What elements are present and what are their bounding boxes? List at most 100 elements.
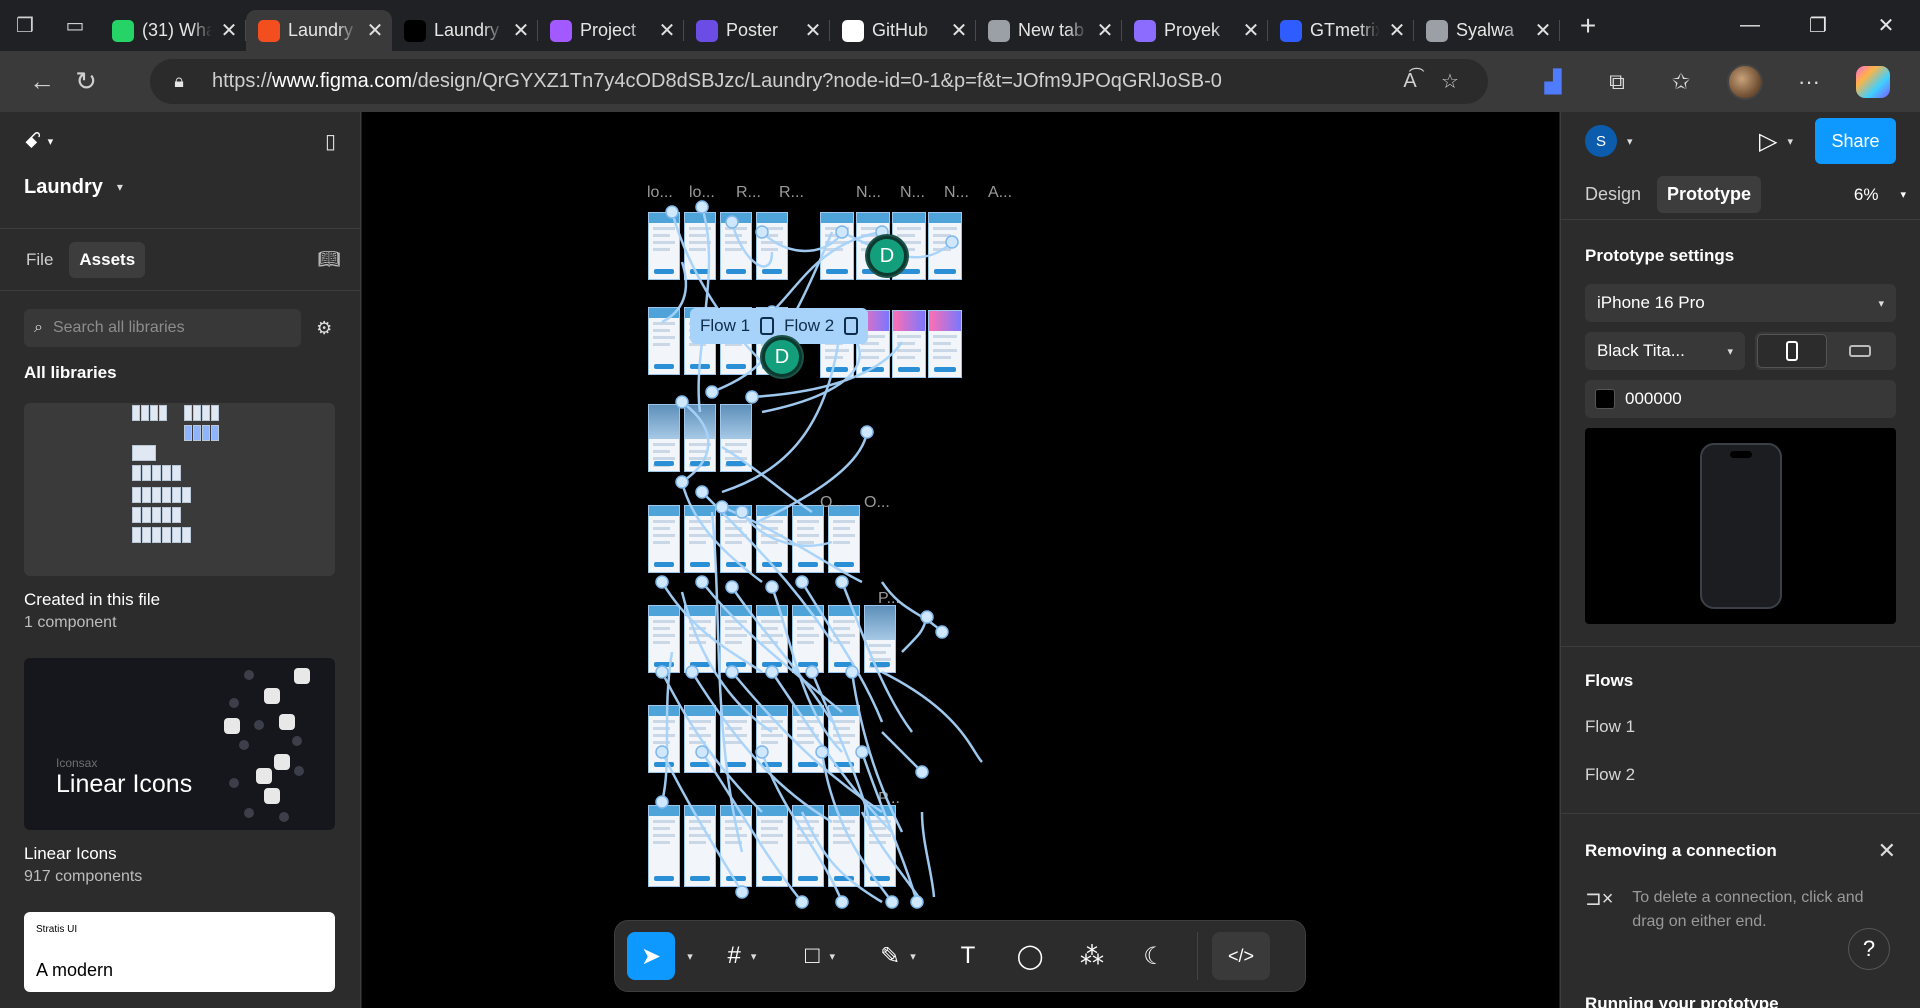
library-search-input[interactable]: ⌕ Search all libraries <box>24 309 301 347</box>
screen-frame[interactable] <box>648 805 680 887</box>
library-name[interactable]: Created in this file <box>0 576 360 610</box>
tab-design[interactable]: Design <box>1575 176 1651 213</box>
favorites-icon[interactable]: ✩ <box>1652 59 1710 104</box>
analytics-extension-icon[interactable]: ▟ <box>1524 59 1582 104</box>
favorite-star-icon[interactable]: ☆ <box>1430 69 1470 94</box>
screen-frame[interactable] <box>684 705 716 773</box>
screen-frame[interactable] <box>864 805 896 887</box>
library-book-icon[interactable]: 📖︎ <box>314 245 344 275</box>
flow-item[interactable]: Flow 2 <box>1561 751 1920 799</box>
comment-tool-icon[interactable]: ◯ <box>1001 932 1059 980</box>
close-tab-icon[interactable]: ✕ <box>512 18 530 43</box>
pen-tool-icon[interactable]: ✎ ▾ <box>861 932 935 980</box>
library-name[interactable]: Linear Icons <box>0 830 360 864</box>
frame-label[interactable]: P... <box>878 590 900 608</box>
screen-frame[interactable] <box>828 505 860 573</box>
frame-label[interactable]: R... <box>779 184 804 202</box>
background-color-field[interactable]: 000000 <box>1585 380 1896 418</box>
screen-frame[interactable] <box>684 505 716 573</box>
screen-frame[interactable] <box>864 605 896 673</box>
close-tab-icon[interactable]: ✕ <box>804 18 822 43</box>
screen-frame[interactable] <box>648 505 680 573</box>
browser-tab[interactable]: Laundry ✕ <box>246 10 392 51</box>
browser-tab[interactable]: Poster ✕ <box>684 10 830 51</box>
screen-frame[interactable] <box>828 805 860 887</box>
library-thumbnail-stratis[interactable]: Stratis UI A modern <box>24 912 335 992</box>
screen-frame[interactable] <box>828 705 860 773</box>
user-avatar[interactable]: S <box>1585 125 1617 157</box>
profile-avatar[interactable] <box>1716 59 1774 104</box>
library-thumbnail-local[interactable] <box>24 403 335 576</box>
browser-tab[interactable]: (31) WhatsApp ✕ <box>100 10 246 51</box>
browser-tab[interactable]: GitHub ✕ <box>830 10 976 51</box>
screen-frame[interactable] <box>928 212 962 280</box>
lock-icon[interactable]: 🔒︎ <box>168 71 190 93</box>
shape-tool-icon[interactable]: □ ▾ <box>783 932 857 980</box>
flow-label[interactable]: Flow 2 <box>784 316 834 336</box>
read-aloud-icon[interactable]: A͡ <box>1390 70 1430 93</box>
device-select[interactable]: iPhone 16 Pro ▾ <box>1585 284 1896 322</box>
frame-label[interactable]: O... <box>820 494 846 512</box>
frame-label[interactable]: O... <box>864 494 890 512</box>
screen-frame[interactable] <box>684 212 716 280</box>
screen-frame[interactable] <box>756 805 788 887</box>
chevron-down-icon[interactable]: ▾ <box>1627 135 1633 148</box>
library-thumbnail-linear-icons[interactable]: Iconsax Linear Icons <box>24 658 335 830</box>
screen-frame[interactable] <box>756 605 788 673</box>
frame-tool-icon[interactable]: # ▾ <box>705 932 779 980</box>
extensions-icon[interactable]: ⧉ <box>1588 59 1646 104</box>
browser-tab[interactable]: GTmetrix ✕ <box>1268 10 1414 51</box>
browser-tab[interactable]: Proyek ✕ <box>1122 10 1268 51</box>
screen-frame[interactable] <box>820 212 854 280</box>
toggle-sidebar-icon[interactable]: ▯ <box>325 129 336 154</box>
actions-tool-icon[interactable]: ⁂ <box>1063 932 1121 980</box>
restore-icon[interactable]: ❐ <box>1784 0 1852 51</box>
share-button[interactable]: Share <box>1815 118 1896 164</box>
frame-label[interactable]: N... <box>856 184 881 202</box>
more-menu-icon[interactable]: ··· <box>1780 59 1838 104</box>
file-name-menu[interactable]: Laundry ▾ <box>0 170 360 204</box>
screen-frame[interactable] <box>648 404 680 472</box>
frame-label[interactable]: N... <box>944 184 969 202</box>
screen-frame[interactable] <box>684 605 716 673</box>
screen-frame[interactable] <box>720 505 752 573</box>
screen-frame[interactable] <box>720 605 752 673</box>
design-canvas[interactable]: lo... lo... R... R... N... N... N... A... O... O.… <box>362 112 1559 1008</box>
close-window-icon[interactable]: ✕ <box>1852 0 1920 51</box>
chevron-down-icon[interactable]: ▾ <box>1787 135 1793 148</box>
plugin-tool-icon[interactable]: ☾ <box>1125 932 1183 980</box>
screen-frame[interactable] <box>756 705 788 773</box>
browser-tab[interactable]: New tab ✕ <box>976 10 1122 51</box>
close-tab-icon[interactable]: ✕ <box>366 18 384 43</box>
browser-tab[interactable]: Laundry ✕ <box>392 10 538 51</box>
flow-item[interactable]: Flow 1 <box>1561 703 1920 751</box>
close-tab-icon[interactable]: ✕ <box>1096 18 1114 43</box>
screen-frame[interactable] <box>828 605 860 673</box>
background-hex[interactable]: 000000 <box>1625 389 1682 409</box>
landscape-icon[interactable] <box>1827 334 1895 368</box>
move-tool-icon[interactable]: ➤ <box>627 932 675 980</box>
screen-frame[interactable] <box>792 505 824 573</box>
screen-frame[interactable] <box>720 404 752 472</box>
browser-tab[interactable]: Syalwa ✕ <box>1414 10 1560 51</box>
chevron-down-icon[interactable]: ▾ <box>679 932 701 980</box>
back-icon[interactable]: ← <box>20 60 64 104</box>
screen-frame[interactable] <box>648 212 680 280</box>
screen-frame[interactable] <box>720 805 752 887</box>
color-swatch[interactable] <box>1595 389 1615 409</box>
portrait-icon[interactable] <box>1757 334 1827 368</box>
screen-frame[interactable] <box>756 505 788 573</box>
close-tab-icon[interactable]: ✕ <box>1534 18 1552 43</box>
frame-label[interactable]: R... <box>736 184 761 202</box>
tab-assets[interactable]: Assets <box>69 241 146 278</box>
help-icon[interactable]: ? <box>1848 928 1890 970</box>
screen-frame[interactable] <box>756 212 788 280</box>
close-tab-icon[interactable]: ✕ <box>950 18 968 43</box>
screen-frame[interactable] <box>648 605 680 673</box>
tab-actions-icon[interactable]: ▭ <box>50 0 100 51</box>
minimize-icon[interactable]: — <box>1716 0 1784 51</box>
tab-file[interactable]: File <box>16 242 63 278</box>
url-text[interactable]: https://www.figma.com/design/QrGYXZ1Tn7y… <box>212 70 1390 93</box>
text-tool-icon[interactable]: T <box>939 932 997 980</box>
browser-tab[interactable]: Project ✕ <box>538 10 684 51</box>
